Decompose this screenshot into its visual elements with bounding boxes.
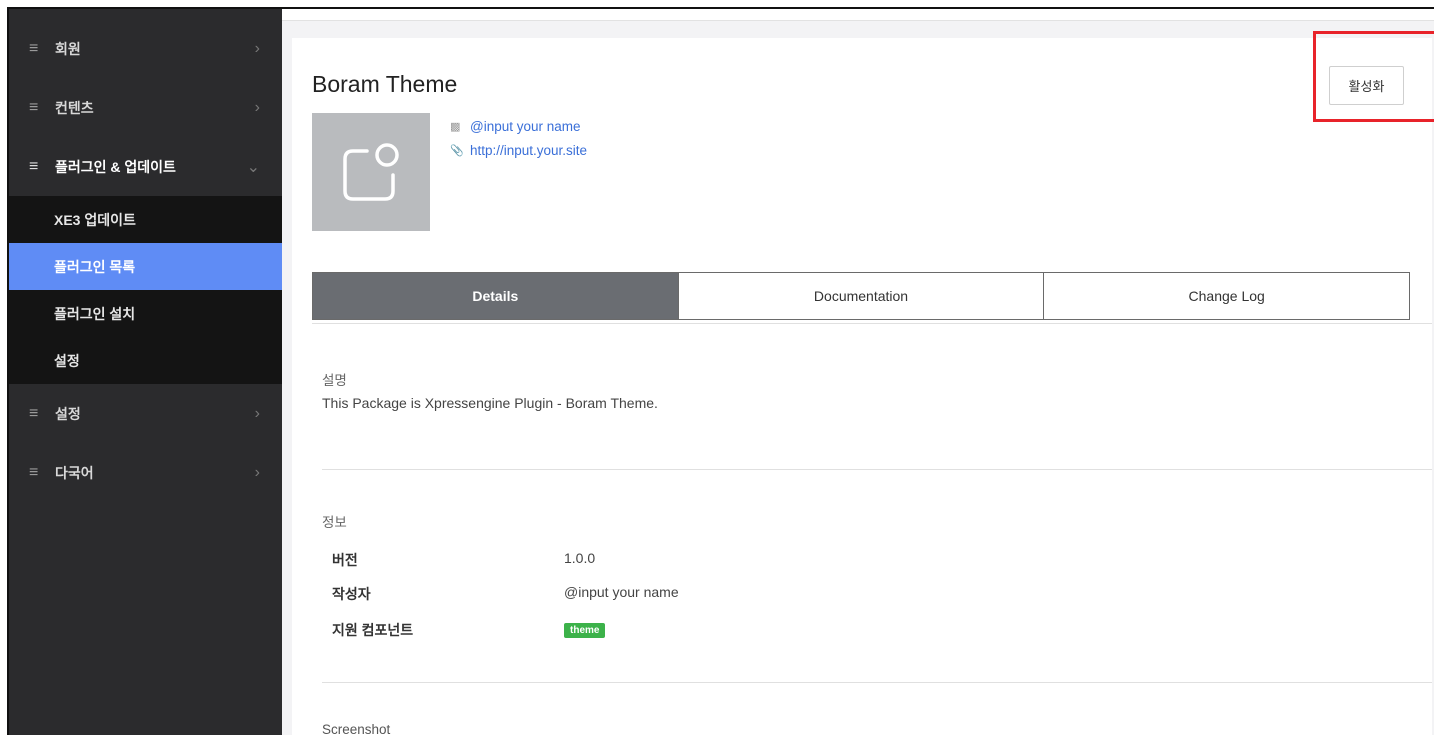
author-link[interactable]: @input your name <box>470 119 581 134</box>
plugin-meta: ▩ @input your name 📎 http://input.your.s… <box>450 116 587 164</box>
site-link[interactable]: http://input.your.site <box>470 143 587 158</box>
chevron-right-icon: › <box>254 98 260 116</box>
info-value: 1.0.0 <box>564 550 596 566</box>
description-text: This Package is Xpressengine Plugin - Bo… <box>322 395 658 411</box>
info-value: theme <box>564 620 606 640</box>
divider <box>312 323 1432 324</box>
chevron-right-icon: › <box>254 404 260 422</box>
top-bar <box>282 9 1434 21</box>
sidebar-subitem-settings[interactable]: 설정 <box>9 337 282 384</box>
page-title: Boram Theme <box>312 71 458 97</box>
sidebar: ≡ 회원 › ≡ 컨텐츠 › ≡ 플러그인 & 업데이트 ⌄ XE3 업데이트 … <box>9 9 282 735</box>
sidebar-item-label: 회원 <box>55 40 81 57</box>
info-key: 지원 컴포넌트 <box>332 622 414 638</box>
menu-icon: ≡ <box>29 39 39 57</box>
sidebar-item-label: 컨텐츠 <box>55 99 94 116</box>
info-row-components: 지원 컴포넌트 theme <box>332 620 606 640</box>
sidebar-item-settings[interactable]: ≡ 설정 › <box>9 384 282 443</box>
chevron-down-icon: ⌄ <box>246 158 260 176</box>
sidebar-item-label: 설정 <box>55 405 81 422</box>
sidebar-subitem-xe3-update[interactable]: XE3 업데이트 <box>9 196 282 243</box>
info-key: 작성자 <box>332 586 371 602</box>
sidebar-subitem-plugin-list[interactable]: 플러그인 목록 <box>9 243 282 290</box>
info-row-version: 버전 1.0.0 <box>332 550 595 570</box>
sidebar-item-members[interactable]: ≡ 회원 › <box>9 19 282 78</box>
tab-documentation[interactable]: Documentation <box>677 273 1044 319</box>
info-value: @input your name <box>564 584 679 600</box>
component-badge: theme <box>564 623 606 638</box>
divider <box>322 682 1432 683</box>
menu-icon: ≡ <box>29 404 39 422</box>
menu-icon: ≡ <box>29 98 39 116</box>
chevron-right-icon: › <box>254 463 260 481</box>
sidebar-item-contents[interactable]: ≡ 컨텐츠 › <box>9 78 282 137</box>
tab-details[interactable]: Details <box>313 273 678 319</box>
sidebar-item-label: 다국어 <box>55 464 94 481</box>
menu-icon: ≡ <box>29 157 39 175</box>
paperclip-icon: 📎 <box>450 144 464 157</box>
sidebar-submenu: XE3 업데이트 플러그인 목록 플러그인 설치 설정 <box>9 196 282 384</box>
chevron-right-icon: › <box>254 39 260 57</box>
divider <box>322 469 1432 470</box>
sidebar-item-languages[interactable]: ≡ 다국어 › <box>9 443 282 502</box>
info-row-author: 작성자 @input your name <box>332 584 679 604</box>
description-title: 설명 <box>322 373 347 388</box>
info-title: 정보 <box>322 515 347 530</box>
sidebar-subitem-plugin-install[interactable]: 플러그인 설치 <box>9 290 282 337</box>
menu-icon: ≡ <box>29 463 39 481</box>
sidebar-item-plugins-updates[interactable]: ≡ 플러그인 & 업데이트 ⌄ <box>9 137 282 196</box>
info-key: 버전 <box>332 552 358 568</box>
app-placeholder-icon <box>343 143 399 201</box>
plugin-thumbnail <box>312 113 430 231</box>
user-icon: ▩ <box>450 120 461 133</box>
detail-tabs: Details Documentation Change Log <box>312 272 1410 320</box>
plugin-detail-panel: Boram Theme 활성화 ▩ @input your name 📎 htt… <box>292 38 1432 738</box>
activate-button[interactable]: 활성화 <box>1329 66 1404 105</box>
tab-change-log[interactable]: Change Log <box>1043 273 1410 319</box>
